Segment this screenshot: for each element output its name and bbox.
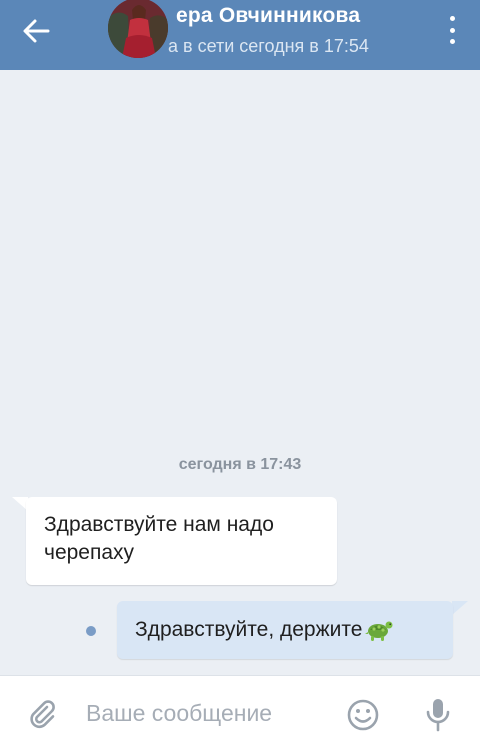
more-vertical-icon-dot: [449, 39, 455, 44]
outgoing-bubble-tail: [452, 601, 468, 615]
message-text: Здравствуйте нам надо черепаху: [44, 513, 274, 564]
avatar-photo: [108, 0, 168, 58]
attach-button[interactable]: [26, 698, 58, 730]
message-composer: [0, 675, 480, 750]
contact-status: а в сети сегодня в 17:54: [168, 36, 369, 56]
title-fade: [386, 0, 408, 70]
paperclip-icon: [30, 700, 55, 729]
message-text: Здравствуйте, держите: [135, 618, 363, 641]
emoji-button[interactable]: [346, 698, 380, 732]
date-separator: сегодня в 17:43: [178, 456, 302, 473]
arrow-left-icon: [23, 19, 50, 43]
more-options-button[interactable]: [442, 14, 462, 46]
message-input[interactable]: [86, 692, 326, 734]
turtle-emoji-icon: [365, 621, 393, 642]
incoming-message[interactable]: Здравствуйте нам надо черепаху: [26, 497, 337, 585]
contact-avatar[interactable]: [108, 0, 168, 58]
voice-message-button[interactable]: [424, 696, 452, 734]
smiley-icon: [347, 699, 379, 731]
microphone-icon: [426, 699, 450, 732]
header-title[interactable]: ера Овчинникова а в сети сегодня в 17:54: [168, 0, 408, 70]
more-vertical-icon-dot: [449, 16, 455, 21]
contact-name: ера Овчинникова: [176, 4, 361, 27]
chat-header: ера Овчинникова а в сети сегодня в 17:54: [0, 0, 480, 70]
back-button[interactable]: [14, 13, 58, 49]
outgoing-message[interactable]: Здравствуйте, держите: [117, 601, 453, 659]
unread-indicator: [86, 626, 96, 636]
more-vertical-icon-dot: [449, 27, 455, 33]
